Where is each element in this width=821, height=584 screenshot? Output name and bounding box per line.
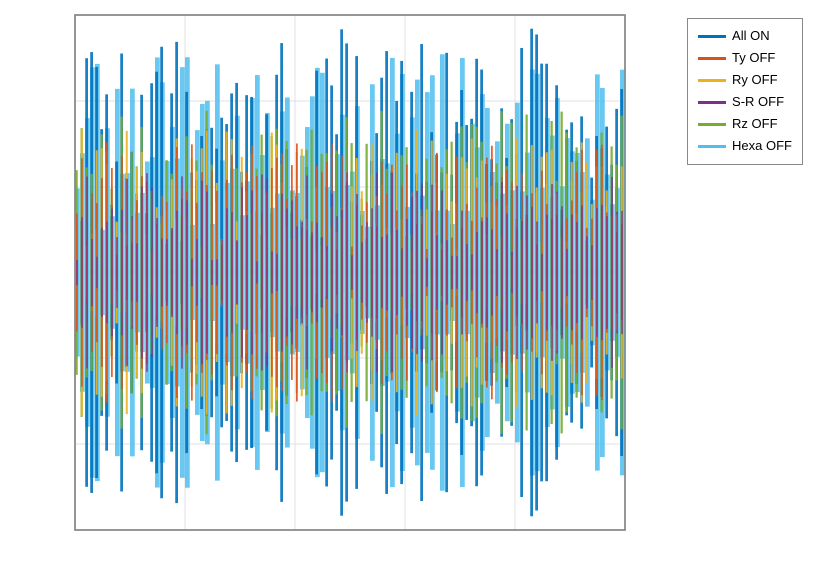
legend-label-ty-off: Ty OFF [732, 47, 775, 69]
legend-label-rz-off: Rz OFF [732, 113, 778, 135]
legend-item-hexa-off: Hexa OFF [698, 135, 792, 157]
legend-item-all-on: All ON [698, 25, 792, 47]
legend-color-ry-off [698, 79, 726, 82]
legend-color-ty-off [698, 57, 726, 60]
legend-color-hexa-off [698, 145, 726, 148]
legend-item-sr-off: S-R OFF [698, 91, 792, 113]
legend-color-sr-off [698, 101, 726, 104]
chart-container: All ON Ty OFF Ry OFF S-R OFF Rz OFF Hexa… [0, 0, 821, 584]
legend-label-ry-off: Ry OFF [732, 69, 778, 91]
chart-legend: All ON Ty OFF Ry OFF S-R OFF Rz OFF Hexa… [687, 18, 803, 165]
legend-label-hexa-off: Hexa OFF [732, 135, 792, 157]
legend-color-rz-off [698, 123, 726, 126]
legend-label-all-on: All ON [732, 25, 770, 47]
legend-color-all-on [698, 35, 726, 38]
legend-label-sr-off: S-R OFF [732, 91, 784, 113]
legend-item-rz-off: Rz OFF [698, 113, 792, 135]
legend-item-ty-off: Ty OFF [698, 47, 792, 69]
legend-item-ry-off: Ry OFF [698, 69, 792, 91]
